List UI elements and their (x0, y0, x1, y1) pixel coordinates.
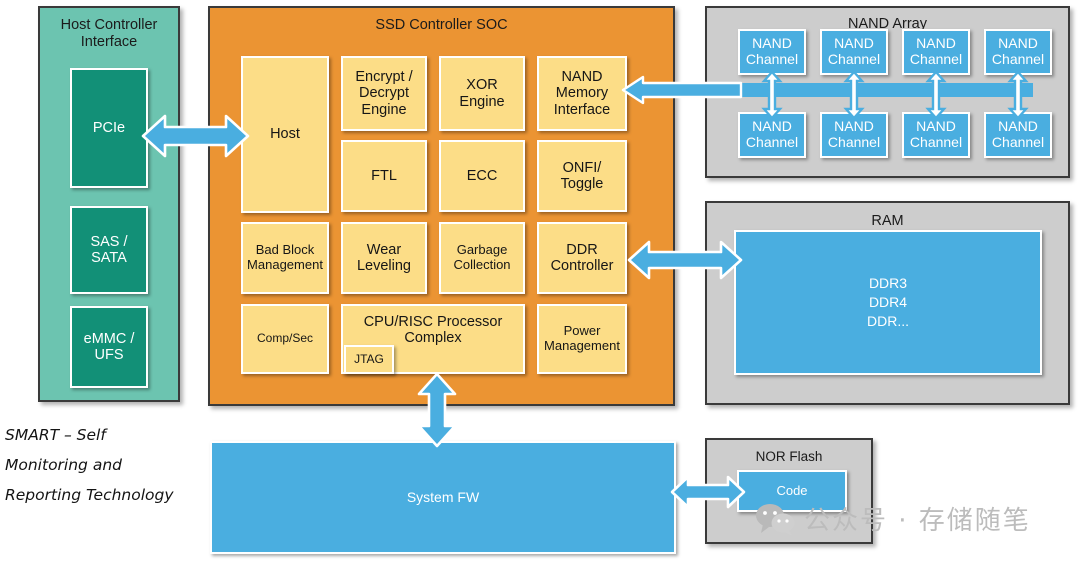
nand-connector-arrow-3 (925, 70, 947, 120)
nand-channel-top-2[interactable]: NAND Channel (820, 29, 888, 75)
host-block-sas-sata[interactable]: SAS / SATA (70, 206, 148, 294)
soc-block-wear-leveling[interactable]: Wear Leveling (341, 222, 427, 294)
smart-caption: SMART – Self Monitoring and Reporting Te… (5, 426, 174, 504)
soc-block-ftl[interactable]: FTL (341, 140, 427, 212)
system-firmware-block[interactable]: System FW (210, 441, 676, 554)
nand-connector-arrow-2 (843, 70, 865, 120)
cpu-to-system-firmware-arrow (417, 372, 457, 448)
ddr-controller-to-ram-arrow (627, 240, 743, 280)
soc-block-host[interactable]: Host (241, 56, 329, 213)
nand-connector-arrow-4 (1007, 70, 1029, 120)
soc-block-power-management[interactable]: Power Management (537, 304, 627, 374)
host-block-pcie[interactable]: PCIe (70, 68, 148, 188)
ssd-controller-soc-title: SSD Controller SOC (375, 17, 508, 33)
soc-block-onfi-toggle[interactable]: ONFI/ Toggle (537, 140, 627, 212)
nand-channel-top-3[interactable]: NAND Channel (902, 29, 970, 75)
nand-channel-top-1[interactable]: NAND Channel (738, 29, 806, 75)
soc-block-nand-memory-interface[interactable]: NAND Memory Interface (537, 56, 627, 131)
soc-block-jtag[interactable]: JTAG (344, 345, 394, 374)
soc-block-ddr-controller[interactable]: DDR Controller (537, 222, 627, 294)
nand-channel-top-4[interactable]: NAND Channel (984, 29, 1052, 75)
nor-flash-block-code[interactable]: Code (737, 470, 847, 512)
host-controller-interface-title: Host Controller Interface (60, 17, 158, 50)
ram-block-ddr[interactable]: DDR3 DDR4 DDR... (734, 230, 1042, 375)
host-interface-to-soc-arrow (141, 114, 250, 158)
ram-title: RAM (871, 213, 904, 229)
soc-block-bad-block-management[interactable]: Bad Block Management (241, 222, 329, 294)
nor-flash-title: NOR Flash (755, 449, 823, 464)
host-block-emmc-ufs[interactable]: eMMC / UFS (70, 306, 148, 388)
soc-block-xor-engine[interactable]: XOR Engine (439, 56, 525, 131)
nand-connector-arrow-1 (761, 70, 783, 120)
nand-array-to-soc-arrow (621, 75, 743, 105)
soc-block-ecc[interactable]: ECC (439, 140, 525, 212)
soc-block-comp-sec[interactable]: Comp/Sec (241, 304, 329, 374)
ssd-controller-block-diagram: Host Controller Interface PCIe SAS / SAT… (0, 0, 1080, 562)
soc-block-encrypt-decrypt-engine[interactable]: Encrypt / Decrypt Engine (341, 56, 427, 131)
system-firmware-to-nor-flash-arrow (670, 475, 746, 509)
soc-block-garbage-collection[interactable]: Garbage Collection (439, 222, 525, 294)
